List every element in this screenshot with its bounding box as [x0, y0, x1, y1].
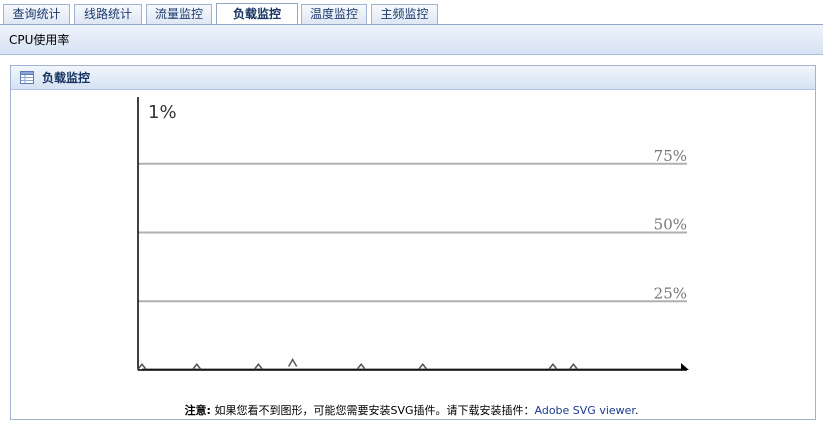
series-point-0 — [137, 363, 147, 370]
series-point-4 — [356, 363, 366, 370]
series-point-5 — [418, 363, 428, 370]
series-point-6 — [548, 363, 558, 370]
gridline-label-25: 25% — [654, 284, 687, 302]
series-point-2 — [253, 363, 264, 370]
x-axis-arrow — [681, 363, 689, 370]
series-point-3 — [288, 357, 298, 367]
adobe-svg-viewer-link[interactable]: Adobe SVG viewer — [535, 404, 635, 417]
note-prefix: 注意: — [184, 404, 211, 417]
current-value-label: 1% — [148, 102, 177, 123]
note-suffix: . — [634, 404, 639, 417]
series-point-7 — [568, 363, 579, 370]
series-point-1 — [192, 363, 202, 370]
gridline-label-50: 50% — [654, 216, 687, 234]
cpu-load-chart: 75% 50% 25% 1% — [137, 97, 689, 371]
gridline-label-75: 75% — [654, 147, 687, 165]
note-text: 如果您看不到图形，可能您需要安装SVG插件。请下载安装插件： — [210, 404, 535, 417]
svg-plugin-note: 注意: 如果您看不到图形，可能您需要安装SVG插件。请下载安装插件：Adobe … — [0, 402, 823, 418]
